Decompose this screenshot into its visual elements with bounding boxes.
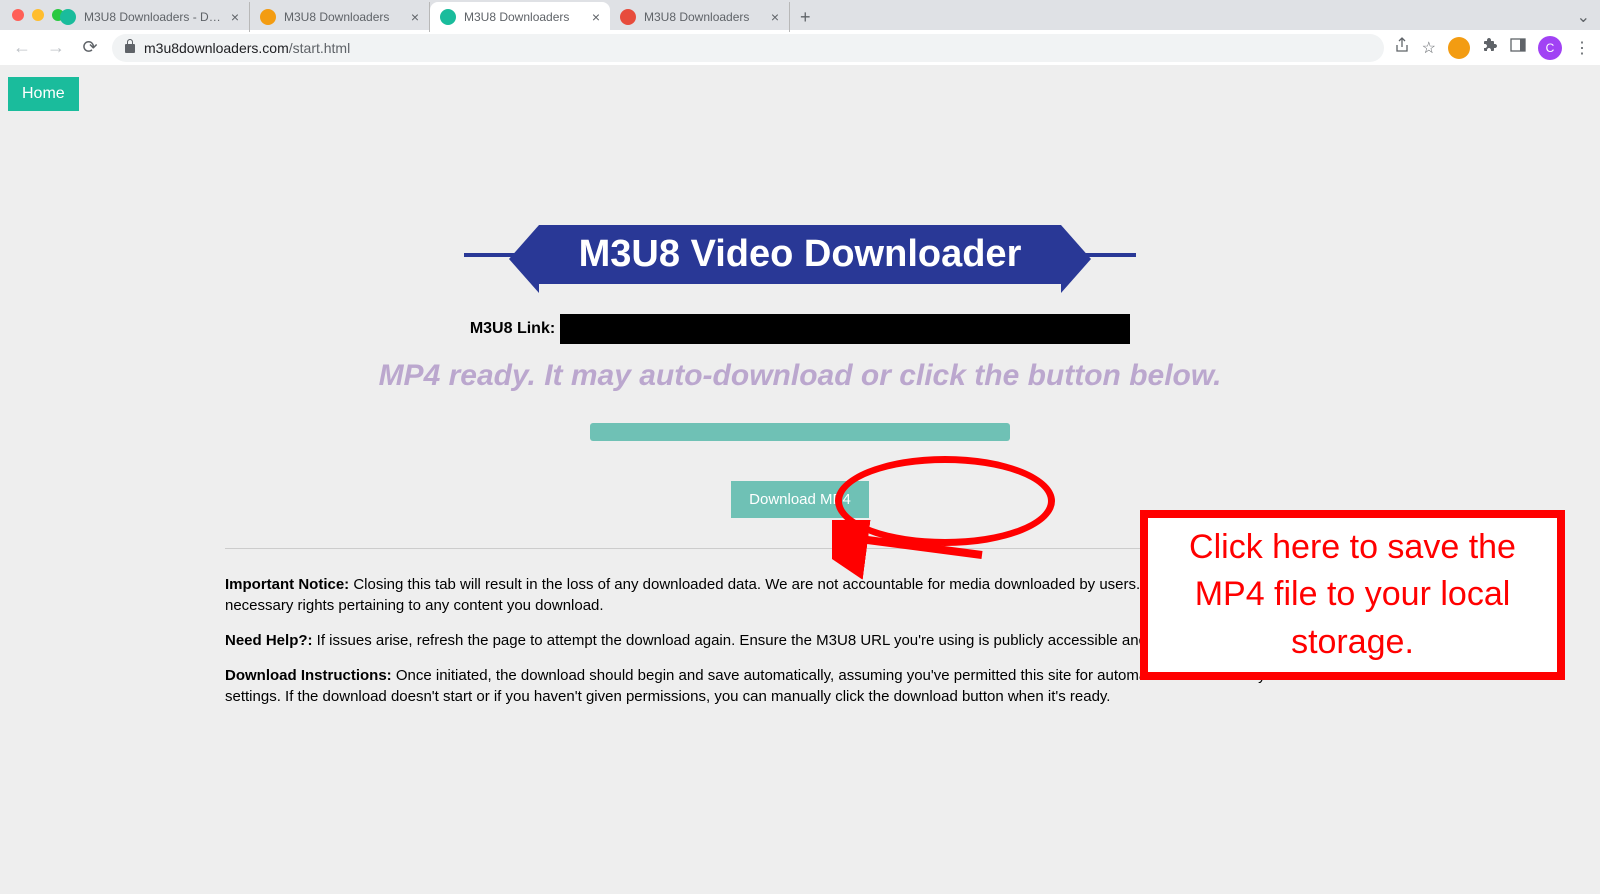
close-tab-icon[interactable]: × bbox=[771, 9, 779, 25]
favicon-icon bbox=[440, 9, 456, 25]
reload-button[interactable]: ⟳ bbox=[78, 36, 102, 60]
page-banner: M3U8 Video Downloader bbox=[225, 225, 1375, 284]
close-tab-icon[interactable]: × bbox=[592, 9, 600, 25]
share-icon[interactable] bbox=[1394, 37, 1410, 58]
browser-toolbar: ← → ⟳ m3u8downloaders.com/start.html ☆ C… bbox=[0, 30, 1600, 65]
url-domain: m3u8downloaders.com bbox=[144, 40, 289, 56]
close-tab-icon[interactable]: × bbox=[231, 9, 239, 25]
side-panel-icon[interactable] bbox=[1510, 37, 1526, 58]
tab-title: M3U8 Downloaders - Downlo bbox=[84, 10, 223, 24]
favicon-icon bbox=[260, 9, 276, 25]
tab-title: M3U8 Downloaders bbox=[464, 10, 584, 24]
new-tab-button[interactable]: + bbox=[790, 7, 821, 28]
back-button[interactable]: ← bbox=[10, 36, 34, 60]
page-content: Home M3U8 Video Downloader M3U8 Link: MP… bbox=[0, 65, 1600, 894]
browser-chrome: M3U8 Downloaders - Downlo × M3U8 Downloa… bbox=[0, 0, 1600, 65]
profile-avatar[interactable]: C bbox=[1538, 36, 1562, 60]
page-title: M3U8 Video Downloader bbox=[539, 225, 1062, 284]
status-text: MP4 ready. It may auto-download or click… bbox=[225, 359, 1375, 393]
close-tab-icon[interactable]: × bbox=[411, 9, 419, 25]
favicon-icon bbox=[60, 9, 76, 25]
bookmark-star-icon[interactable]: ☆ bbox=[1422, 38, 1436, 58]
browser-tab-active[interactable]: M3U8 Downloaders × bbox=[430, 2, 610, 32]
tabs-row: M3U8 Downloaders - Downlo × M3U8 Downloa… bbox=[50, 0, 1600, 30]
tabs-dropdown-icon[interactable]: ⌄ bbox=[1577, 7, 1590, 27]
browser-tab[interactable]: M3U8 Downloaders × bbox=[610, 2, 790, 32]
extensions-puzzle-icon[interactable] bbox=[1482, 37, 1498, 58]
link-input-row: M3U8 Link: bbox=[225, 314, 1375, 344]
home-button[interactable]: Home bbox=[8, 77, 79, 111]
extension-icon[interactable] bbox=[1448, 37, 1470, 59]
url-bar[interactable]: m3u8downloaders.com/start.html bbox=[112, 34, 1384, 62]
browser-tab[interactable]: M3U8 Downloaders - Downlo × bbox=[50, 2, 250, 32]
close-window-icon[interactable] bbox=[12, 9, 24, 21]
tab-title: M3U8 Downloaders bbox=[644, 10, 763, 24]
m3u8-link-input[interactable] bbox=[560, 314, 1130, 344]
url-path: /start.html bbox=[289, 40, 350, 56]
annotation-callout: Click here to save the MP4 file to your … bbox=[1140, 510, 1565, 680]
favicon-icon bbox=[620, 9, 636, 25]
download-mp4-button[interactable]: Download MP4 bbox=[731, 481, 869, 518]
forward-button[interactable]: → bbox=[44, 36, 68, 60]
progress-bar bbox=[590, 423, 1010, 441]
minimize-window-icon[interactable] bbox=[32, 9, 44, 21]
more-menu-icon[interactable]: ⋮ bbox=[1574, 38, 1590, 58]
link-label: M3U8 Link: bbox=[470, 320, 555, 338]
lock-icon bbox=[124, 39, 136, 56]
browser-tab[interactable]: M3U8 Downloaders × bbox=[250, 2, 430, 32]
tab-title: M3U8 Downloaders bbox=[284, 10, 403, 24]
